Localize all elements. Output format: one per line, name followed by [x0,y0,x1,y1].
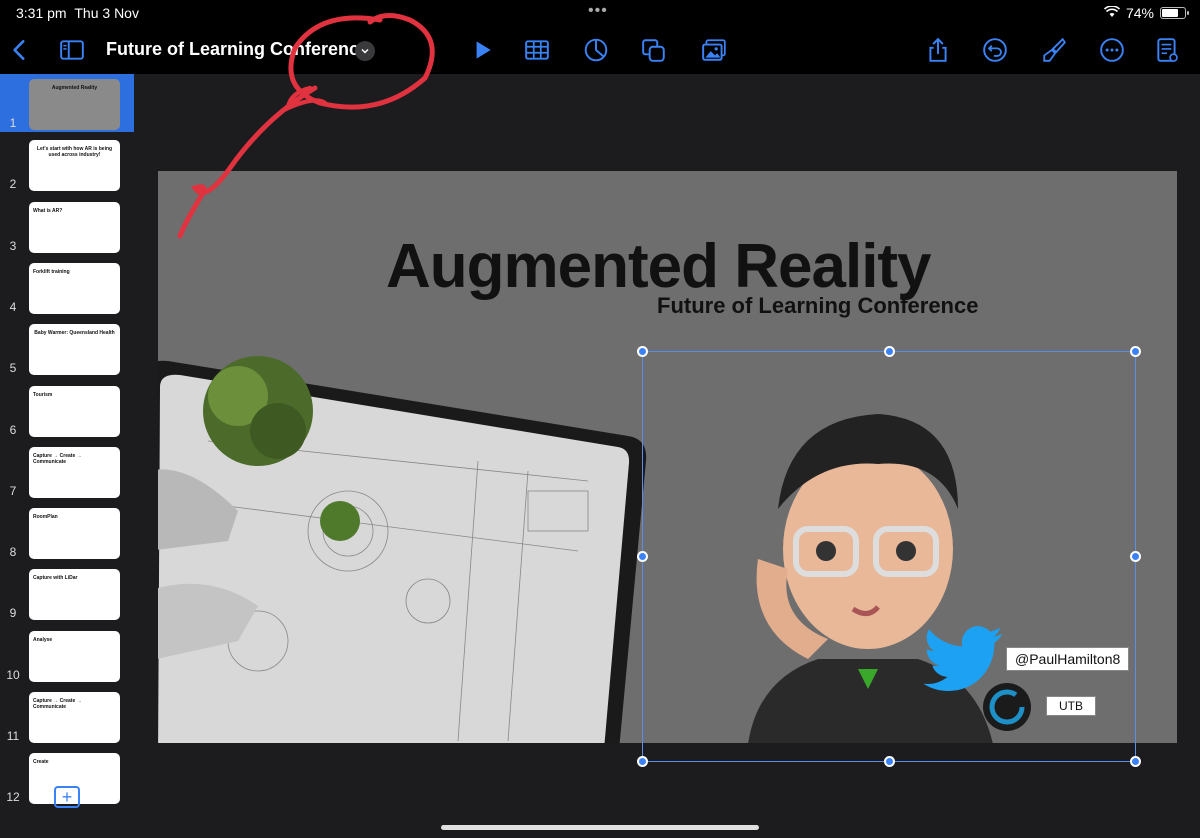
slide-number: 4 [9,299,17,314]
slide-thumbnail-text: What is AR? [33,207,63,214]
multitasking-dots[interactable]: ••• [588,2,608,20]
slide-thumbnail-preview[interactable]: RoomPlan [29,508,120,560]
slide-thumbnail-text: Create [33,759,49,766]
toolbar: Future of Learning Conference [0,26,1200,74]
resize-handle[interactable] [637,756,648,767]
slide-thumbnail-preview[interactable]: Baby Warmer: Queensland Health [29,324,120,376]
chart-icon[interactable] [580,34,612,66]
status-time: 3:31 pm Thu 3 Nov [16,5,139,21]
slide-thumbnail-text: RoomPlan [33,514,58,521]
status-bar: 3:31 pm Thu 3 Nov ••• 74% [0,0,1200,26]
battery-icon [1160,7,1189,19]
resize-handle[interactable] [1130,346,1141,357]
slide-thumbnail[interactable]: 8 RoomPlan [0,503,134,561]
presenter-notes-icon[interactable] [1151,34,1183,66]
slide-number: 3 [9,238,17,253]
slide-thumbnail-text: Tourism [33,391,53,398]
undo-icon[interactable] [979,34,1011,66]
resize-handle[interactable] [637,551,648,562]
slide-thumbnail[interactable]: 4 Forklift training [0,258,134,316]
slide-number: 5 [9,361,17,376]
slide-thumbnail-preview[interactable]: What is AR? [29,201,120,253]
back-icon[interactable] [4,34,36,66]
slide-title[interactable]: Augmented Reality [386,231,932,302]
slide-number: 10 [6,667,20,682]
slide-thumbnail[interactable]: 3 What is AR? [0,197,134,255]
add-slide-button[interactable]: + [54,786,80,808]
battery-percent: 74% [1125,5,1154,21]
slide-number: 8 [9,545,17,560]
slide-thumbnail[interactable]: 1 Augmented Reality [0,74,134,132]
slide-thumbnail-preview[interactable]: Capture with LiDar [29,569,120,621]
slide-number: 6 [9,422,17,437]
more-icon[interactable] [1096,34,1128,66]
format-brush-icon[interactable] [1038,34,1070,66]
slide-number: 1 [9,116,17,130]
slide-thumbnail-text: Let's start with how AR is being used ac… [36,146,113,159]
document-title[interactable]: Future of Learning Conference [106,39,369,60]
slide-thumbnail[interactable]: 9 Capture with LiDar [0,564,134,622]
slide-thumbnail[interactable]: 11 Capture → Create → Communicate [0,687,134,745]
slide-number: 12 [6,790,20,805]
slide-thumbnail-preview[interactable]: Augmented Reality [29,79,120,130]
slide-thumbnail[interactable]: 10 Analyse [0,626,134,684]
resize-handle[interactable] [884,346,895,357]
slide-thumbnail-text: Capture → Create → Communicate [33,698,82,710]
chevron-down-icon[interactable] [355,41,375,61]
play-icon[interactable] [466,34,498,66]
slide-number: 9 [9,606,17,621]
slide-thumbnail-text: Augmented Reality [51,85,98,91]
slide-thumbnail-text: Capture → Create → Communicate [33,452,82,465]
slide-thumbnail-preview[interactable]: Tourism [29,385,120,437]
share-icon[interactable] [922,34,954,66]
resize-handle[interactable] [1130,756,1141,767]
slide-thumbnail[interactable]: 5 Baby Warmer: Queensland Health [0,319,134,377]
slide-navigator: 1 Augmented Reality 2 Let's start with how … [0,74,134,838]
tablet-image[interactable] [158,341,668,743]
slide-thumbnail-preview[interactable]: Forklift training [29,262,120,314]
slide-thumbnail-text: Forklift training [33,268,70,275]
slide-thumbnail-preview[interactable]: Analyse [29,630,120,682]
slide-number: 2 [9,177,17,192]
slide-thumbnail-text: Analyse [33,636,53,643]
slide-thumbnail-preview[interactable]: Capture → Create → Communicate [29,446,120,498]
slide-number: 11 [6,729,20,743]
slide-thumbnail-text: Capture with LiDar [33,575,78,582]
resize-handle[interactable] [637,346,648,357]
slide-thumbnail[interactable]: 2 Let's start with how AR is being used a… [0,135,134,193]
selection-box[interactable] [637,346,1141,767]
sidebar-icon[interactable] [56,34,88,66]
media-icon[interactable] [698,34,730,66]
slide-thumbnail-text: Baby Warmer: Queensland Health [34,330,115,337]
slide-canvas[interactable]: Augmented Reality Future of Learning Con… [134,74,1200,838]
resize-handle[interactable] [1130,551,1141,562]
slide-thumbnail-preview[interactable]: Let's start with how AR is being used ac… [29,140,120,192]
slide-thumbnail-preview[interactable]: Capture → Create → Communicate [29,692,120,743]
slide-subtitle[interactable]: Future of Learning Conference [657,293,978,319]
slide-thumbnail[interactable]: 7 Capture → Create → Communicate [0,442,134,500]
slide-thumbnail[interactable]: 6 Tourism [0,381,134,439]
resize-handle[interactable] [884,756,895,767]
home-indicator[interactable] [441,825,759,830]
shapes-icon[interactable] [638,34,670,66]
wifi-icon [1103,5,1121,21]
slide-number: 7 [9,483,17,498]
table-icon[interactable] [521,34,553,66]
